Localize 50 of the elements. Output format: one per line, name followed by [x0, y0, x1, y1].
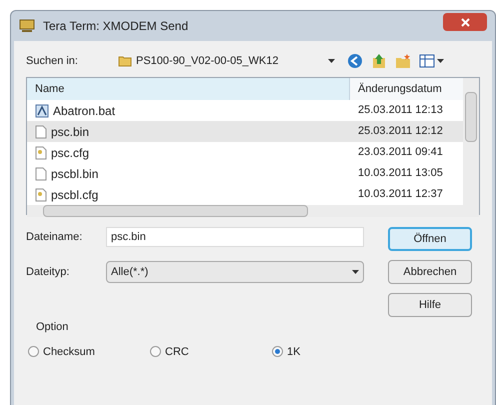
- file-date: 23.03.2011 09:41: [357, 145, 443, 160]
- file-icon: [35, 166, 47, 180]
- dialog-button[interactable]: Öffnen: [388, 227, 472, 251]
- view-menu-button[interactable]: [419, 54, 444, 68]
- settings-file-icon: [35, 188, 47, 202]
- view-grid-icon: [419, 54, 435, 68]
- file-name: pscbl.cfg: [51, 186, 98, 204]
- file-icon: [35, 124, 47, 138]
- file-date: 10.03.2011 13:05: [357, 166, 443, 182]
- radio-option[interactable]: Checksum: [28, 344, 150, 360]
- up-folder-icon[interactable]: [371, 53, 387, 69]
- filename-field[interactable]: psc.bin: [106, 227, 364, 247]
- new-folder-icon[interactable]: [395, 53, 411, 69]
- file-row[interactable]: psc.bin 25.03.2011 12:12: [27, 121, 463, 142]
- dialog-button[interactable]: Abbrechen: [388, 260, 472, 284]
- file-row[interactable]: pscbl.cfg 10.03.2011 12:37: [27, 184, 463, 205]
- caret-icon: [328, 59, 335, 63]
- terminal-icon: [19, 19, 35, 33]
- horizontal-scrollbar[interactable]: [27, 205, 479, 217]
- close-icon: [460, 18, 470, 26]
- file-name: pscbl.bin: [51, 166, 98, 182]
- option-label: Option: [36, 320, 70, 335]
- filename-label: Dateiname:: [26, 230, 84, 245]
- file-name: Abatron.bat: [53, 102, 116, 120]
- settings-file-icon: [35, 146, 47, 160]
- vertical-scrollbar[interactable]: [463, 78, 479, 205]
- dialog-button[interactable]: Hilfe: [388, 293, 472, 317]
- folder-icon: [118, 55, 132, 67]
- file-name: psc.bin: [51, 124, 90, 140]
- file-row[interactable]: psc.cfg 23.03.2011 09:41: [27, 142, 463, 163]
- radio-option[interactable]: CRC: [150, 344, 272, 360]
- scroll-thumb[interactable]: [43, 205, 308, 217]
- file-name: psc.cfg: [51, 144, 90, 162]
- look-in-label: Suchen in:: [26, 54, 79, 69]
- file-row[interactable]: pscbl.bin 10.03.2011 13:05: [27, 163, 463, 184]
- file-date: 25.03.2011 12:13: [357, 103, 443, 118]
- filetype-label: Dateityp:: [26, 264, 70, 280]
- file-date: 25.03.2011 12:12: [357, 124, 443, 140]
- scroll-thumb[interactable]: [465, 92, 477, 142]
- folder-dropdown[interactable]: PS100-90_V02-00-05_WK12: [114, 51, 339, 71]
- close-button[interactable]: [443, 13, 487, 31]
- column-header[interactable]: Name: [27, 78, 350, 100]
- column-header[interactable]: Änderungsdatum: [350, 78, 463, 100]
- file-row[interactable]: Abatron.bat 25.03.2011 12:13: [27, 100, 463, 121]
- caret-icon: [352, 270, 359, 274]
- radio-option[interactable]: 1K: [272, 344, 394, 360]
- file-date: 10.03.2011 12:37: [357, 187, 443, 202]
- window-title: Tera Term: XMODEM Send: [43, 18, 188, 35]
- filetype-dropdown[interactable]: Alle(*.*): [106, 261, 364, 283]
- caret-icon: [437, 59, 444, 63]
